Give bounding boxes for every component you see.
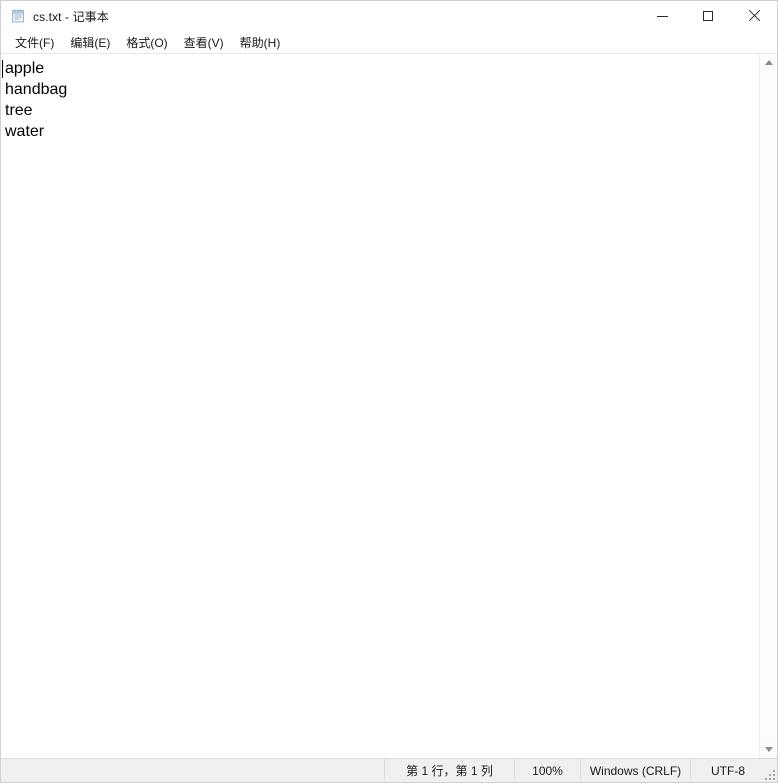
menu-item-edit[interactable]: 编辑(E) [62, 32, 118, 54]
notepad-window: cs.txt - 记事本 文件(F) 编辑(E) 格式(O) 查看(V) 帮助(… [0, 0, 778, 783]
text-line: handbag [5, 81, 68, 98]
document-lines: apple handbag tree water [2, 54, 759, 142]
close-button[interactable] [731, 1, 777, 31]
status-encoding[interactable]: UTF-8 [690, 759, 777, 782]
window-controls [639, 1, 777, 31]
minimize-button[interactable] [639, 1, 685, 31]
menu-bar: 文件(F) 编辑(E) 格式(O) 查看(V) 帮助(H) [1, 32, 777, 54]
status-bar: 第 1 行，第 1 列 100% Windows (CRLF) UTF-8 [1, 758, 777, 782]
menu-item-format[interactable]: 格式(O) [118, 32, 175, 54]
text-line: water [5, 123, 45, 140]
close-icon [748, 10, 760, 22]
minimize-icon [656, 15, 668, 17]
status-cursor-position: 第 1 行，第 1 列 [384, 759, 514, 782]
status-zoom-level[interactable]: 100% [514, 759, 580, 782]
text-line: tree [5, 102, 33, 119]
maximize-button[interactable] [685, 1, 731, 31]
menu-item-file[interactable]: 文件(F) [7, 32, 62, 54]
status-bar-spacer [1, 759, 384, 782]
scroll-down-button[interactable] [760, 741, 777, 758]
scrollbar-thumb[interactable] [760, 71, 777, 741]
menu-item-view[interactable]: 查看(V) [176, 32, 232, 54]
window-title: cs.txt - 记事本 [33, 9, 109, 24]
scrollbar-track[interactable] [760, 71, 777, 741]
title-bar[interactable]: cs.txt - 记事本 [1, 1, 777, 32]
menu-item-help[interactable]: 帮助(H) [232, 32, 289, 54]
title-bar-left: cs.txt - 记事本 [1, 8, 109, 25]
editor-area: apple handbag tree water [1, 54, 777, 758]
status-line-ending[interactable]: Windows (CRLF) [580, 759, 690, 782]
vertical-scrollbar[interactable] [759, 54, 777, 758]
chevron-up-icon [764, 60, 773, 65]
scroll-up-button[interactable] [760, 54, 777, 71]
chevron-down-icon [764, 747, 773, 752]
maximize-icon [703, 11, 713, 21]
text-caret [2, 60, 3, 78]
notepad-icon [10, 8, 26, 24]
text-line: apple [5, 60, 45, 77]
text-editor[interactable]: apple handbag tree water [1, 54, 759, 758]
